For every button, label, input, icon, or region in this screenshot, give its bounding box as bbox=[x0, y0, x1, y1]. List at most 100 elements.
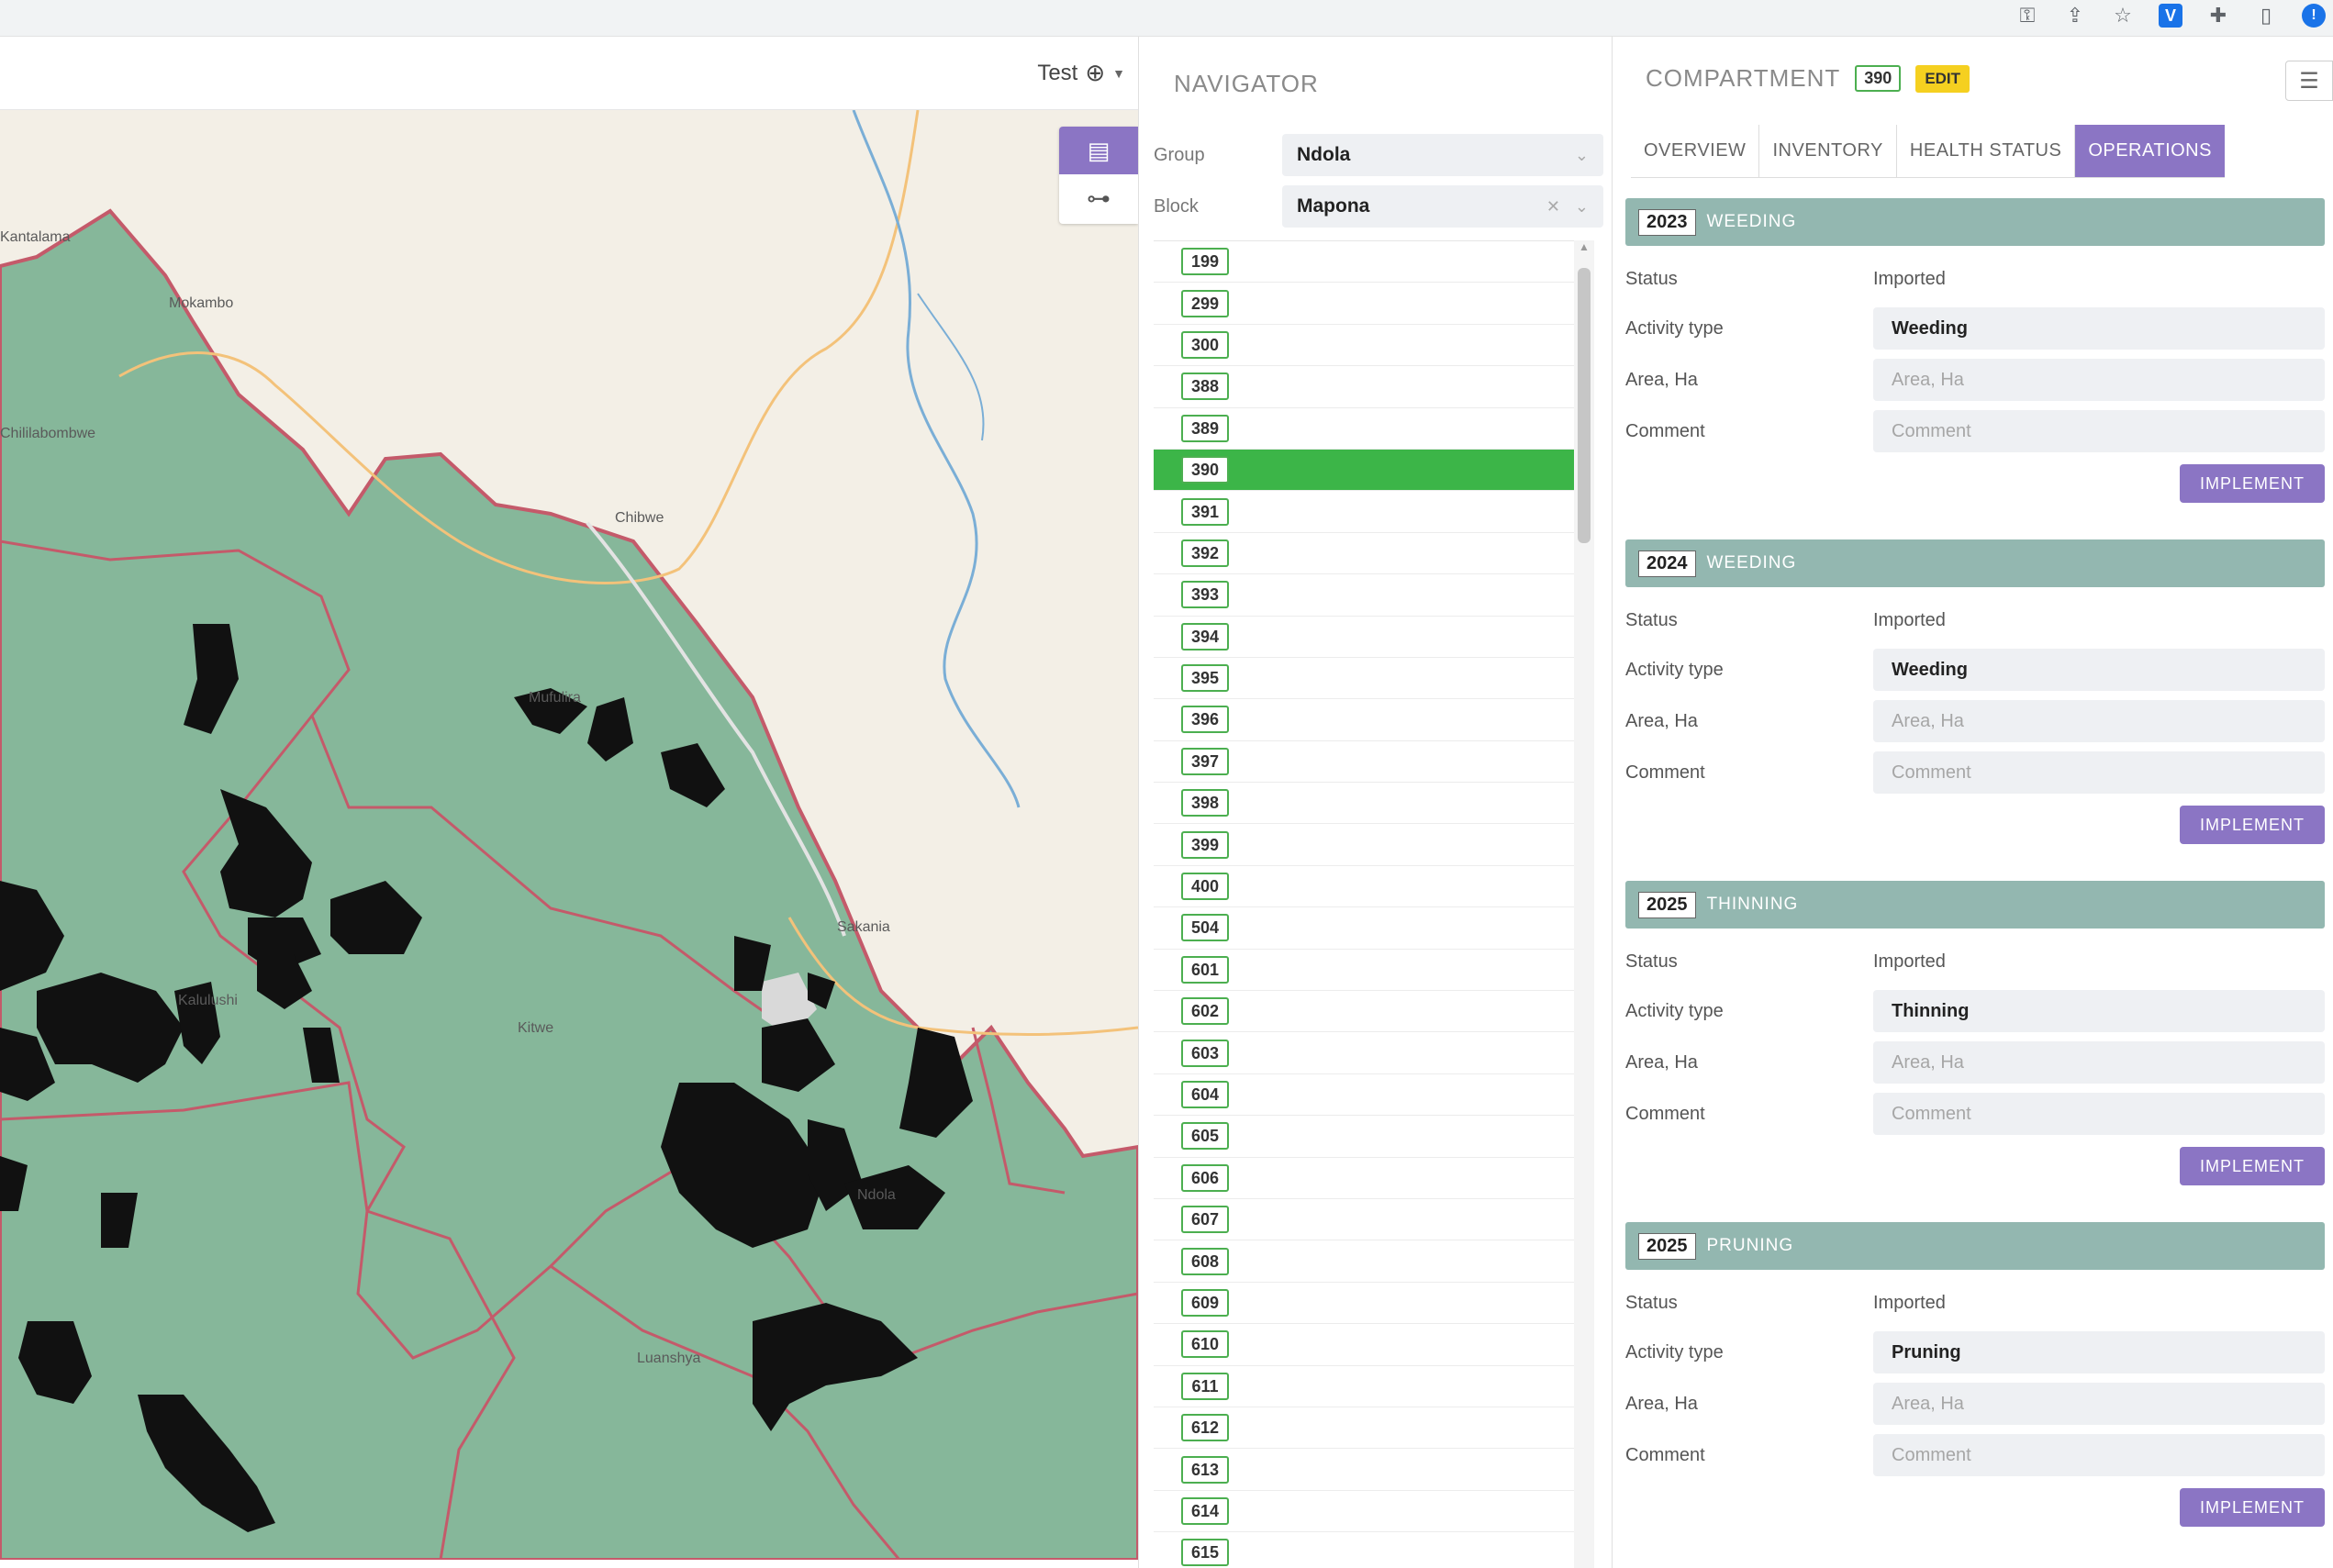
area-input[interactable]: Area, Ha bbox=[1873, 359, 2325, 401]
status-row: Status Imported bbox=[1625, 257, 2325, 301]
activity-row: Activity type Thinning bbox=[1625, 989, 2325, 1033]
block-select[interactable]: Mapona ✕ ⌄ bbox=[1282, 185, 1603, 228]
compartment-list-item[interactable]: 603 bbox=[1154, 1032, 1589, 1074]
compartment-number-badge: 615 bbox=[1181, 1539, 1229, 1567]
tab-operations[interactable]: OPERATIONS bbox=[2075, 125, 2225, 177]
compartment-number-badge: 602 bbox=[1181, 997, 1229, 1026]
compartment-list-item[interactable]: 392 bbox=[1154, 533, 1589, 575]
area-input[interactable]: Area, Ha bbox=[1873, 700, 2325, 742]
compartment-list-item[interactable]: 394 bbox=[1154, 617, 1589, 658]
map-view[interactable]: Kantalama Mokambo Chililabombwe Chibwe M… bbox=[0, 110, 1138, 1560]
profile-icon[interactable]: ! bbox=[2302, 4, 2326, 28]
compartment-list-item[interactable]: 609 bbox=[1154, 1283, 1589, 1325]
activity-label: Activity type bbox=[1625, 659, 1724, 680]
status-row: Status Imported bbox=[1625, 598, 2325, 642]
scroll-up-icon[interactable]: ▲ bbox=[1574, 240, 1594, 259]
area-row: Area, Ha Area, Ha bbox=[1625, 358, 2325, 402]
star-icon[interactable]: ☆ bbox=[2111, 4, 2135, 28]
implement-button[interactable]: IMPLEMENT bbox=[2180, 806, 2325, 844]
implement-button[interactable]: IMPLEMENT bbox=[2180, 464, 2325, 503]
compartment-list-item[interactable]: 399 bbox=[1154, 824, 1589, 866]
list-view-icon[interactable]: ▤ bbox=[1059, 127, 1138, 174]
puzzle-icon[interactable]: ✚ bbox=[2206, 4, 2230, 28]
list-scrollbar[interactable]: ▲ bbox=[1574, 240, 1594, 1568]
clear-icon[interactable]: ✕ bbox=[1546, 197, 1560, 217]
comment-row: Comment Comment bbox=[1625, 1092, 2325, 1136]
compartment-list-item[interactable]: 612 bbox=[1154, 1407, 1589, 1450]
share-icon[interactable]: ⇪ bbox=[2063, 4, 2087, 28]
hamburger-menu-icon[interactable]: ☰ bbox=[2285, 61, 2333, 101]
compartment-list-item[interactable]: 601 bbox=[1154, 950, 1589, 992]
compartment-list-item[interactable]: 608 bbox=[1154, 1240, 1589, 1283]
compartment-panel: COMPARTMENT 390 EDIT ☰ OVERVIEW INVENTORY… bbox=[1612, 37, 2333, 1568]
area-input[interactable]: Area, Ha bbox=[1873, 1383, 2325, 1425]
compartment-list-item[interactable]: 396 bbox=[1154, 699, 1589, 741]
scroll-thumb[interactable] bbox=[1578, 268, 1591, 543]
edit-button[interactable]: EDIT bbox=[1915, 64, 1970, 93]
compartment-number-badge: 612 bbox=[1181, 1414, 1229, 1442]
operation-name: THINNING bbox=[1706, 895, 1799, 914]
activity-type-select[interactable]: Weeding bbox=[1873, 649, 2325, 691]
implement-button[interactable]: IMPLEMENT bbox=[2180, 1488, 2325, 1527]
compartment-list-item[interactable]: 602 bbox=[1154, 991, 1589, 1033]
map-label: Mokambo bbox=[169, 295, 234, 311]
compartment-list-item[interactable]: 199 bbox=[1154, 241, 1589, 284]
compartment-list-item[interactable]: 389 bbox=[1154, 408, 1589, 450]
compartment-list-item[interactable]: 398 bbox=[1154, 783, 1589, 825]
compartment-number-badge: 604 bbox=[1181, 1081, 1229, 1108]
compartment-list-item[interactable]: 613 bbox=[1154, 1449, 1589, 1491]
compartment-header: COMPARTMENT 390 EDIT bbox=[1646, 64, 1970, 93]
user-menu[interactable]: Test ⊕ ▼ bbox=[1037, 59, 1125, 87]
comment-input[interactable]: Comment bbox=[1873, 1093, 2325, 1135]
compartment-list-item[interactable]: 615 bbox=[1154, 1532, 1589, 1568]
area-label: Area, Ha bbox=[1625, 369, 1698, 390]
status-value: Imported bbox=[1873, 268, 1946, 289]
compartment-list-item[interactable]: 393 bbox=[1154, 574, 1589, 617]
compartment-list-item[interactable]: 299 bbox=[1154, 283, 1589, 325]
comment-input[interactable]: Comment bbox=[1873, 751, 2325, 794]
comment-input[interactable]: Comment bbox=[1873, 410, 2325, 452]
compartment-list-item[interactable]: 388 bbox=[1154, 366, 1589, 408]
side-panel-icon[interactable]: ▯ bbox=[2254, 4, 2278, 28]
compartment-list-item[interactable]: 397 bbox=[1154, 741, 1589, 784]
group-select[interactable]: Ndola ⌄ bbox=[1282, 134, 1603, 176]
activity-type-select[interactable]: Pruning bbox=[1873, 1331, 2325, 1373]
compartment-list-item[interactable]: 391 bbox=[1154, 491, 1589, 533]
compartment-list-item[interactable]: 390 bbox=[1154, 449, 1589, 492]
compartment-list-item[interactable]: 610 bbox=[1154, 1324, 1589, 1366]
tree-view-icon[interactable]: ⊶ bbox=[1059, 174, 1138, 222]
compartment-list-item[interactable]: 400 bbox=[1154, 866, 1589, 908]
key-icon[interactable]: ⚿ bbox=[2015, 4, 2039, 28]
comment-row: Comment Comment bbox=[1625, 751, 2325, 795]
map-canvas[interactable] bbox=[0, 110, 1138, 1560]
operation-year: 2025 bbox=[1638, 891, 1696, 918]
compartment-list-item[interactable]: 605 bbox=[1154, 1116, 1589, 1158]
operation-year: 2025 bbox=[1638, 1232, 1696, 1260]
compartment-number-badge: 611 bbox=[1181, 1372, 1229, 1400]
compartment-list-item[interactable]: 604 bbox=[1154, 1074, 1589, 1117]
compartment-list-item[interactable]: 504 bbox=[1154, 907, 1589, 950]
compartment-id-badge: 390 bbox=[1855, 65, 1902, 92]
compartment-list[interactable]: 199 299 300 388 389 390 391 392 393 394 395 396 397 3… bbox=[1154, 240, 1589, 1568]
tab-overview[interactable]: OVERVIEW bbox=[1631, 125, 1760, 177]
operations-list: 2023 WEEDING Status Imported Activity type We… bbox=[1625, 198, 2325, 1563]
compartment-title: COMPARTMENT bbox=[1646, 64, 1841, 92]
area-input[interactable]: Area, Ha bbox=[1873, 1041, 2325, 1084]
compartment-list-item[interactable]: 611 bbox=[1154, 1366, 1589, 1407]
tab-health-status[interactable]: HEALTH STATUS bbox=[1897, 125, 2076, 177]
implement-button[interactable]: IMPLEMENT bbox=[2180, 1147, 2325, 1185]
compartment-list-item[interactable]: 300 bbox=[1154, 325, 1589, 367]
operation-year: 2024 bbox=[1638, 550, 1696, 577]
compartment-list-item[interactable]: 606 bbox=[1154, 1158, 1589, 1199]
extension-v-icon[interactable]: V bbox=[2159, 4, 2182, 28]
map-label: Chililabombwe bbox=[0, 426, 96, 441]
compartment-number-badge: 299 bbox=[1181, 289, 1229, 317]
activity-type-select[interactable]: Weeding bbox=[1873, 307, 2325, 350]
tab-inventory[interactable]: INVENTORY bbox=[1759, 125, 1897, 177]
compartment-list-item[interactable]: 395 bbox=[1154, 658, 1589, 700]
operation-header: 2025 PRUNING bbox=[1625, 1222, 2325, 1270]
compartment-list-item[interactable]: 607 bbox=[1154, 1199, 1589, 1241]
compartment-list-item[interactable]: 614 bbox=[1154, 1491, 1589, 1533]
activity-type-select[interactable]: Thinning bbox=[1873, 990, 2325, 1032]
comment-input[interactable]: Comment bbox=[1873, 1434, 2325, 1476]
